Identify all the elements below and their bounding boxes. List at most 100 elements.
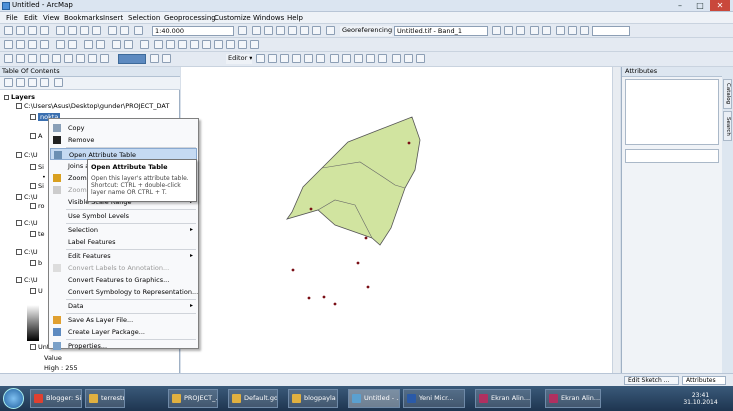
point-feature[interactable] <box>356 261 360 265</box>
attributes-tab[interactable]: Attributes <box>682 376 726 385</box>
sketch-properties-icon[interactable] <box>404 54 413 63</box>
parcel-polygon[interactable] <box>286 116 421 246</box>
layer-visibility-checkbox[interactable] <box>30 164 36 170</box>
fixed-zoom-in-icon[interactable] <box>56 40 65 49</box>
search-window-icon[interactable] <box>276 26 285 35</box>
html-popup-icon[interactable] <box>226 40 235 49</box>
font-icon[interactable] <box>40 54 49 63</box>
link-table-icon[interactable] <box>542 26 551 35</box>
menu-item-convert-features-to-graphics[interactable]: Convert Features to Graphics... <box>50 274 197 286</box>
georef-extra-combo[interactable] <box>592 26 630 36</box>
select-features-icon[interactable] <box>112 40 121 49</box>
new-icon[interactable] <box>4 26 13 35</box>
point-feature[interactable] <box>322 295 326 299</box>
undo-icon[interactable] <box>108 26 117 35</box>
toc-layer-item[interactable]: ro <box>30 202 45 210</box>
split-icon[interactable] <box>366 54 375 63</box>
taskbar-button[interactable]: Default.gdb <box>228 389 278 408</box>
taskbar-button[interactable]: PROJECT_... <box>168 389 218 408</box>
menu-item-selection[interactable]: Selection ▸ <box>50 224 197 236</box>
menu-edit[interactable]: Edit <box>24 14 38 22</box>
list-by-selection-icon[interactable] <box>40 78 49 87</box>
toc-options-icon[interactable] <box>54 78 63 87</box>
menu-item-save-as-layer-file[interactable]: Save As Layer File... <box>50 314 197 326</box>
help-icon[interactable] <box>326 26 335 35</box>
delete-icon[interactable] <box>92 26 101 35</box>
time-slider-icon[interactable] <box>238 40 247 49</box>
paste-icon[interactable] <box>80 26 89 35</box>
menu-item-convert-symbology-to-representation[interactable]: Convert Symbology to Representation... <box>50 286 198 298</box>
menu-insert[interactable]: Insert <box>103 14 123 22</box>
measure-icon[interactable] <box>202 40 211 49</box>
close-button[interactable]: ✕ <box>710 0 730 11</box>
map-scrollbar[interactable] <box>612 67 620 373</box>
bold-icon[interactable] <box>52 54 61 63</box>
taskbar-button[interactable]: terrestrial <box>85 389 125 408</box>
toc-window-icon[interactable] <box>252 26 261 35</box>
edit-tool-icon[interactable] <box>256 54 265 63</box>
layer-visibility-checkbox[interactable] <box>30 183 36 189</box>
create-viewer-icon[interactable] <box>250 40 259 49</box>
create-features-icon[interactable] <box>416 54 425 63</box>
menu-item-properties[interactable]: Properties... <box>50 340 197 352</box>
list-by-visibility-icon[interactable] <box>28 78 37 87</box>
menu-windows[interactable]: Windows <box>253 14 284 22</box>
layer-visibility-checkbox[interactable] <box>16 194 22 200</box>
toc-layer-item[interactable]: C:\U <box>16 276 38 284</box>
taskbar-button[interactable]: Untitled - ... <box>348 389 400 408</box>
layer-visibility-checkbox[interactable] <box>30 288 36 294</box>
select-elements-icon[interactable] <box>140 40 149 49</box>
edit-vertices-icon[interactable] <box>330 54 339 63</box>
add-control-points-icon[interactable] <box>530 26 539 35</box>
toc-layer-item[interactable]: C:\Users\Asus\Desktop\gunder\PROJECT_DAT <box>16 102 169 110</box>
taskbar-button[interactable]: Ekran Alin... <box>545 389 601 408</box>
redo-icon[interactable] <box>120 26 129 35</box>
editor-menu[interactable]: Editor ▾ <box>226 54 252 64</box>
toc-layer-item[interactable]: Si <box>30 182 44 190</box>
menu-item-use-symbol-levels[interactable]: Use Symbol Levels <box>50 210 197 222</box>
rectangle-icon[interactable] <box>16 54 25 63</box>
georef-shift-icon[interactable] <box>504 26 513 35</box>
georef-overlay-icon[interactable] <box>580 26 589 35</box>
viewer-icon[interactable] <box>556 26 565 35</box>
layer-visibility-checkbox[interactable] <box>16 220 22 226</box>
back-extent-icon[interactable] <box>84 40 93 49</box>
draw-icon[interactable] <box>4 54 13 63</box>
attributes-grid[interactable] <box>625 149 719 163</box>
georef-refresh-icon[interactable] <box>568 26 577 35</box>
forward-extent-icon[interactable] <box>96 40 105 49</box>
layer-visibility-checkbox[interactable] <box>16 103 22 109</box>
layer-visibility-checkbox[interactable] <box>16 277 22 283</box>
layers-root[interactable]: Layers <box>4 93 35 101</box>
maximize-button[interactable]: □ <box>690 0 710 11</box>
layer-visibility-checkbox[interactable] <box>30 114 36 120</box>
line-color-icon[interactable] <box>150 54 159 63</box>
point-feature[interactable] <box>366 285 370 289</box>
menu-item-remove[interactable]: Remove <box>50 134 197 146</box>
find-icon[interactable] <box>166 40 175 49</box>
georef-scale-icon[interactable] <box>516 26 525 35</box>
layer-visibility-checkbox[interactable] <box>30 260 36 266</box>
menu-item-copy[interactable]: Copy <box>50 122 197 134</box>
full-extent-icon[interactable] <box>40 40 49 49</box>
menu-item-create-layer-package[interactable]: Create Layer Package... <box>50 326 197 338</box>
taskbar-button[interactable]: Blogger: Si... <box>30 389 82 408</box>
copy-tool-icon[interactable] <box>68 26 77 35</box>
layer-visibility-checkbox[interactable] <box>16 249 22 255</box>
find-route-icon[interactable] <box>178 40 187 49</box>
georef-rotate-icon[interactable] <box>492 26 501 35</box>
text-icon[interactable] <box>28 54 37 63</box>
font-color-icon[interactable] <box>88 54 97 63</box>
taskbar-button[interactable]: blogpayla <box>288 389 338 408</box>
trace-icon[interactable] <box>304 54 313 63</box>
hyperlink-icon[interactable] <box>214 40 223 49</box>
point-feature[interactable] <box>333 302 337 306</box>
toc-layer-item[interactable]: Value <box>44 354 62 362</box>
zoom-in-icon[interactable] <box>4 40 13 49</box>
toc-layer-item[interactable]: Si <box>30 163 44 171</box>
menu-bookmarks[interactable]: Bookmarks <box>64 14 103 22</box>
reshape-icon[interactable] <box>342 54 351 63</box>
layer-visibility-checkbox[interactable] <box>16 152 22 158</box>
menu-selection[interactable]: Selection <box>128 14 160 22</box>
toc-layer-item[interactable]: C:\U <box>16 248 38 256</box>
